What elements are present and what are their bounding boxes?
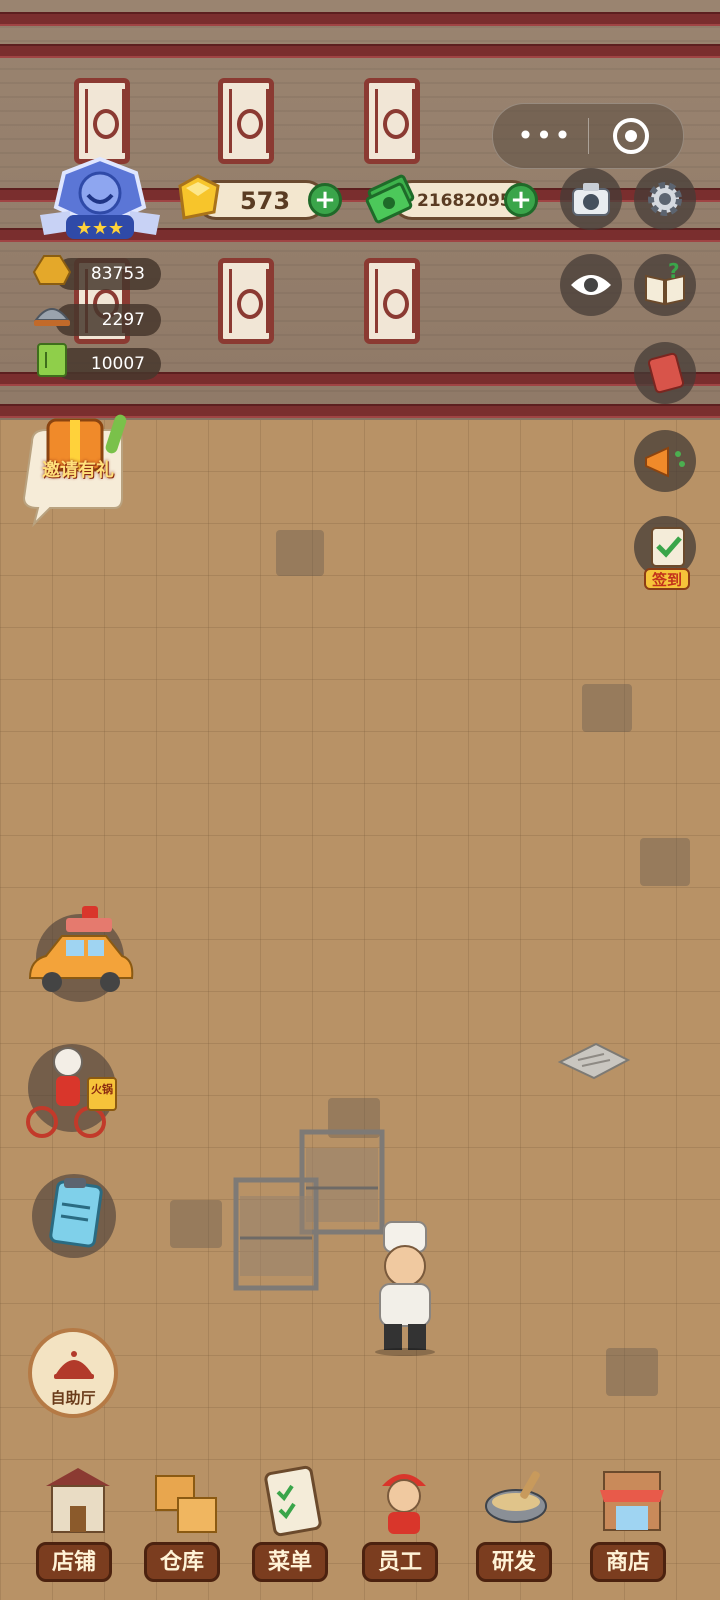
- buffet-label: 自助厅: [50, 1389, 96, 1407]
- rider-sign: 火锅: [91, 1083, 113, 1096]
- nav-menu-label: 菜单: [252, 1542, 328, 1582]
- lattice-window: [74, 78, 130, 164]
- gear-icon: [648, 182, 682, 216]
- menu-clipboard-icon: [264, 1465, 322, 1537]
- orders-clipboard-icon: [32, 1174, 116, 1258]
- newspaper-litter[interactable]: [556, 1040, 632, 1082]
- add-gems-button[interactable]: +: [308, 183, 342, 217]
- chef-character[interactable]: [364, 1220, 446, 1356]
- wall-beam: [0, 12, 720, 26]
- svg-text:?: ?: [668, 262, 680, 283]
- gem-value: 573: [239, 187, 291, 215]
- close-target-icon[interactable]: [613, 118, 649, 154]
- megaphone-icon: [645, 446, 685, 478]
- staff-icon: [382, 1474, 426, 1534]
- store-icon: [600, 1471, 664, 1531]
- recipe-book-icon: [37, 343, 67, 377]
- gem-icon: [178, 174, 220, 220]
- camera-icon: [572, 183, 610, 216]
- research-wok-icon: [485, 1471, 547, 1523]
- orders-button[interactable]: [30, 1172, 120, 1262]
- svg-text:★: ★: [76, 218, 92, 239]
- invite-label: 邀请有礼: [42, 460, 114, 481]
- cash-icon: [365, 174, 415, 224]
- nav-research[interactable]: 研发: [470, 1460, 574, 1592]
- nav-warehouse-label: 仓库: [144, 1542, 220, 1582]
- lattice-window: [218, 258, 274, 344]
- wall-beam: [0, 44, 720, 58]
- guide-button[interactable]: ?: [634, 254, 696, 316]
- gold-ingot-icon: [32, 255, 72, 285]
- cloche-icon: [54, 1351, 94, 1379]
- dish-icon: [34, 308, 70, 326]
- invite-gift-button[interactable]: 邀请有礼: [18, 412, 130, 532]
- notebook-icon: [647, 352, 685, 394]
- buffet-hall-button[interactable]: 自助厅: [28, 1328, 118, 1418]
- checkin-button[interactable]: 签到: [634, 516, 706, 592]
- nav-shop[interactable]: 店铺: [30, 1460, 134, 1592]
- floor-stain: [606, 1348, 658, 1396]
- svg-text:★: ★: [92, 218, 108, 239]
- taxi-button[interactable]: [26, 906, 136, 1006]
- nav-store[interactable]: 商店: [584, 1460, 688, 1592]
- floor-stain: [170, 1200, 222, 1248]
- help-book-icon: ?: [645, 262, 685, 306]
- cash-value: 21682095: [417, 191, 512, 211]
- visibility-button[interactable]: [560, 254, 622, 316]
- lattice-window: [218, 78, 274, 164]
- svg-text:★: ★: [108, 218, 124, 239]
- nav-menu[interactable]: 菜单: [246, 1460, 350, 1592]
- camera-button[interactable]: [560, 168, 622, 230]
- rank-badge-icon[interactable]: ★ ★ ★: [40, 155, 160, 245]
- restaurant-floor[interactable]: [0, 420, 720, 1600]
- announcement-button[interactable]: [634, 430, 696, 492]
- nav-shop-label: 店铺: [36, 1542, 112, 1582]
- floor-stain: [640, 838, 690, 886]
- lattice-window: [364, 258, 420, 344]
- checkin-label: 签到: [644, 568, 690, 590]
- lattice-window: [364, 78, 420, 164]
- add-cash-button[interactable]: +: [504, 183, 538, 217]
- eye-icon: [571, 275, 611, 295]
- nav-store-label: 商店: [590, 1542, 666, 1582]
- floor-stain: [582, 684, 632, 732]
- notebook-button[interactable]: [634, 342, 696, 404]
- floor-stain: [276, 530, 324, 576]
- nav-warehouse[interactable]: 仓库: [138, 1460, 242, 1592]
- more-options-icon[interactable]: •••: [515, 122, 575, 150]
- capsule-divider: [588, 118, 589, 154]
- taxi-icon: [28, 906, 134, 1002]
- nav-staff-label: 员工: [362, 1542, 438, 1582]
- nav-research-label: 研发: [476, 1542, 552, 1582]
- settings-button[interactable]: [634, 168, 696, 230]
- nav-staff[interactable]: 员工: [356, 1460, 460, 1592]
- mini-program-capsule: •••: [492, 103, 684, 169]
- warehouse-boxes-icon: [155, 1475, 217, 1533]
- delivery-button[interactable]: 火锅: [26, 1034, 126, 1142]
- shop-building-icon: [46, 1468, 110, 1533]
- checkin-clipboard-icon: [651, 527, 685, 567]
